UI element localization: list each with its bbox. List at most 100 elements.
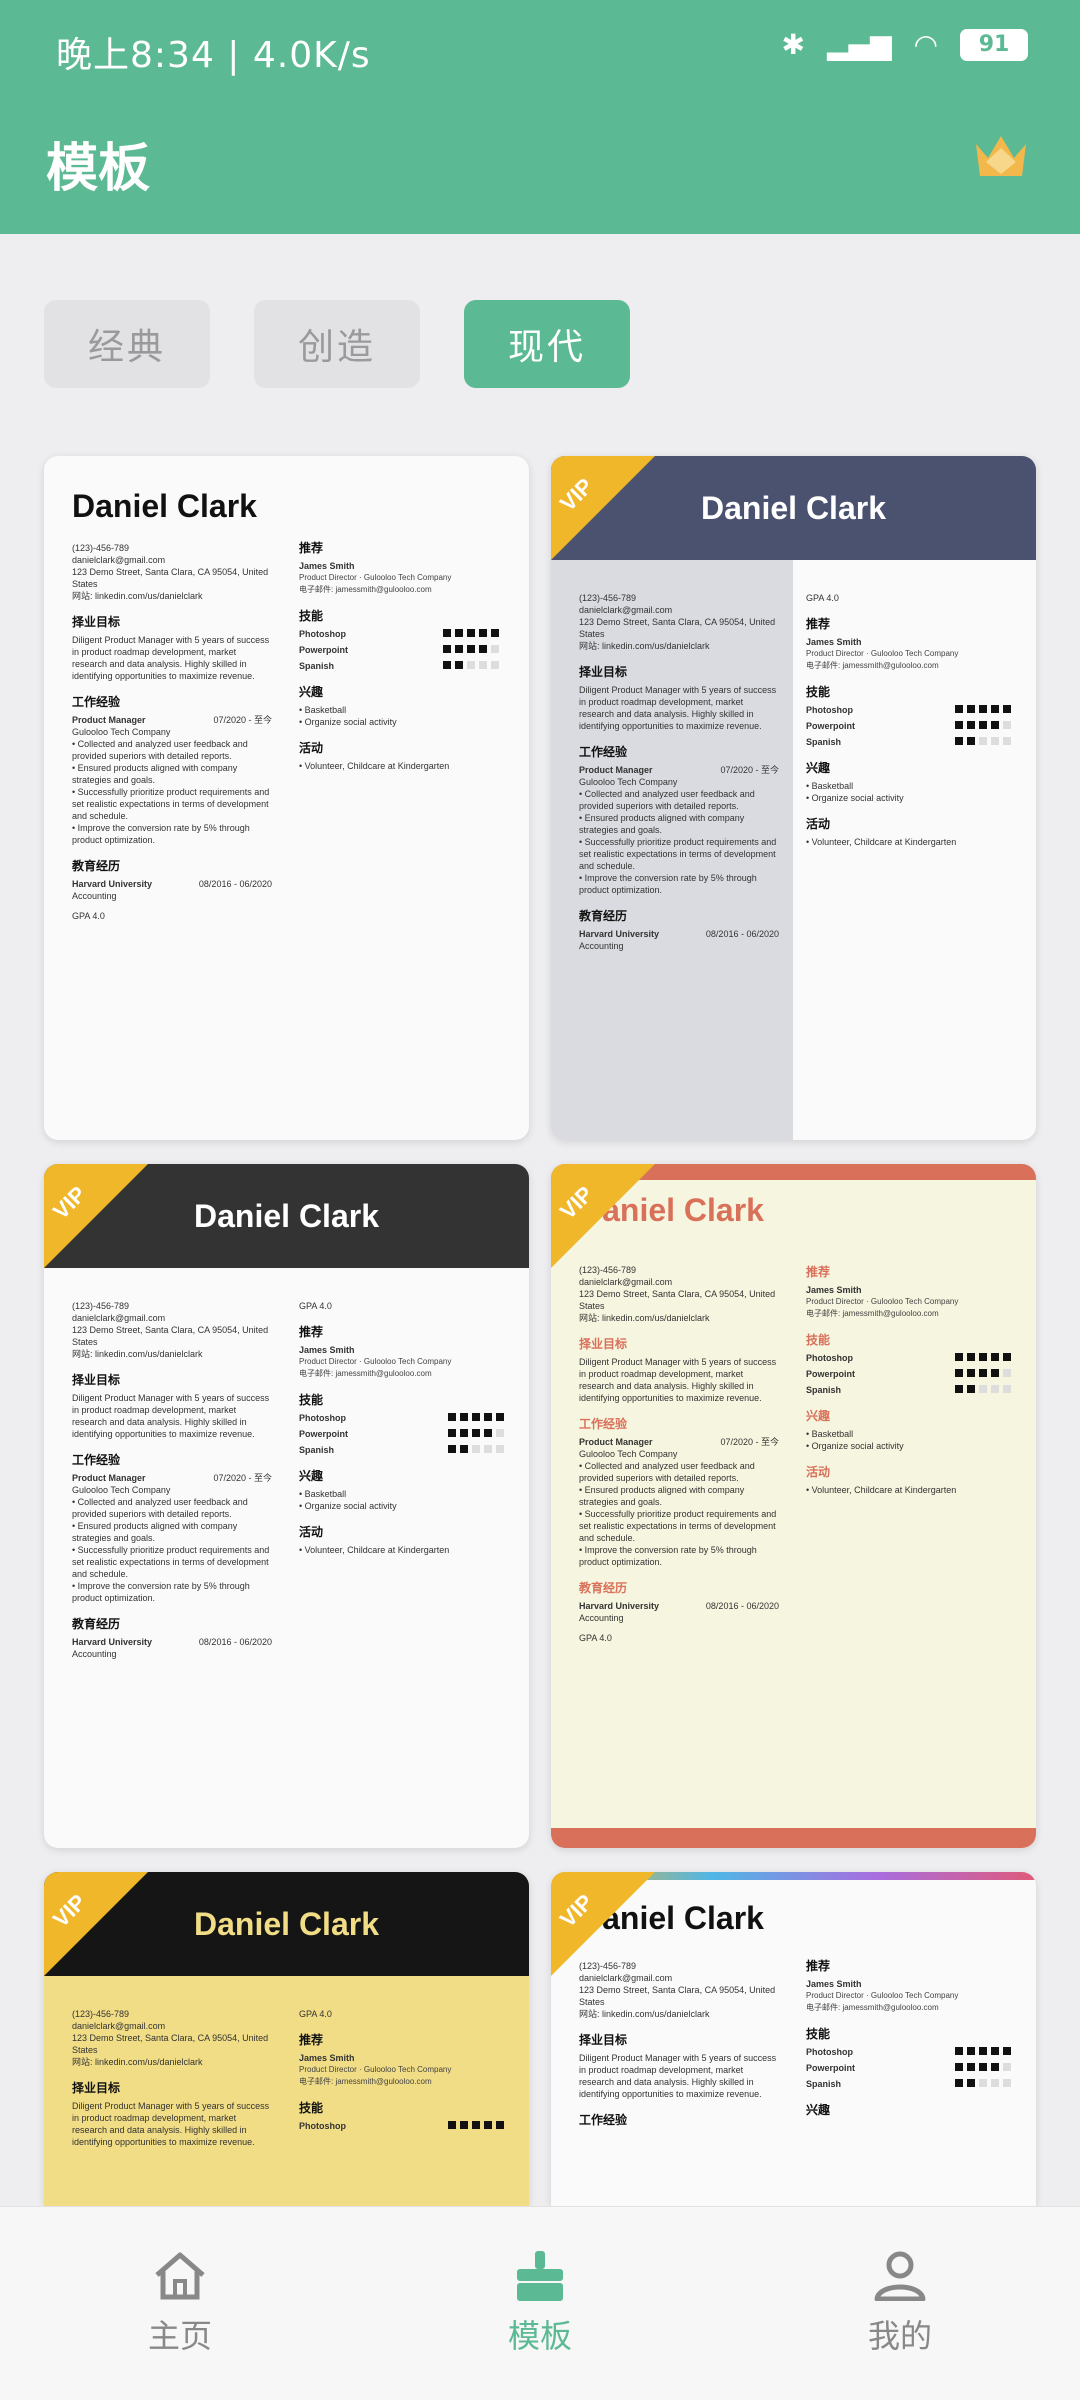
resume-phone: (123)-456-789 [72, 1301, 130, 1311]
skill-dots [951, 2078, 1011, 2090]
tab-creative[interactable]: 创造 [254, 300, 420, 388]
skill-dots [951, 2062, 1011, 2074]
interests-heading: 兴趣 [299, 685, 324, 699]
skill-dots [439, 628, 499, 640]
job-title: Product Manager [579, 765, 653, 775]
school-major: Accounting [72, 891, 117, 901]
interests-heading: 兴趣 [806, 2103, 831, 2117]
resume-website: 网站: linkedin.com/us/danielclark [72, 2057, 203, 2067]
objective-heading: 择业目标 [579, 2033, 628, 2047]
school-dates: 08/2016 - 06/2020 [705, 929, 779, 939]
tab-modern[interactable]: 现代 [464, 300, 630, 388]
job-dates: 07/2020 - 至今 [720, 765, 779, 775]
skill-name: Spanish [806, 1385, 842, 1395]
skill-row: Photoshop [299, 1412, 504, 1424]
left-column: (123)-456-789 danielclark@gmail.com 123 … [72, 2008, 272, 2148]
template-card-5[interactable]: Daniel Clark VIP (123)-456-789 danielcla… [44, 1872, 529, 2206]
education-heading: 教育经历 [579, 1581, 628, 1595]
skills-heading: 技能 [806, 2027, 831, 2041]
ref-role: Product Director · Gulooloo Tech Company [806, 649, 959, 658]
skills-heading: 技能 [299, 609, 324, 623]
gpa: GPA 4.0 [579, 1633, 612, 1643]
right-column: GPA 4.0 推荐 James Smith Product Director … [299, 1300, 504, 1556]
template-card-6[interactable]: Daniel Clark VIP (123)-456-789 danielcla… [551, 1872, 1036, 2206]
school-name: Harvard University [72, 879, 153, 889]
resume-website: 网站: linkedin.com/us/danielclark [72, 591, 203, 601]
experience-heading: 工作经验 [579, 745, 628, 759]
objective-heading: 择业目标 [72, 615, 121, 629]
resume-name: Daniel Clark [72, 488, 257, 524]
resume-address: 123 Demo Street, Santa Clara, CA 95054, … [72, 1325, 269, 1347]
template-card-3[interactable]: Daniel Clark VIP (123)-456-789 danielcla… [44, 1164, 529, 1848]
nav-home[interactable]: 主页 [0, 2207, 360, 2400]
ref-role: Product Director · Gulooloo Tech Company [299, 1357, 452, 1366]
app-bar: 模板 [0, 100, 1080, 234]
school-major: Accounting [579, 1613, 624, 1623]
job-dates: 07/2020 - 至今 [213, 715, 272, 725]
skill-dots [439, 660, 499, 672]
activity-item: • Volunteer, Childcare at Kindergarten [299, 1545, 450, 1555]
company-name: Gulooloo Tech Company [579, 777, 678, 787]
skill-row: Spanish [806, 736, 1011, 748]
bluetooth-icon: ✱ [781, 28, 805, 61]
skill-row: Photoshop [299, 628, 499, 640]
interest-item: • Basketball [806, 1429, 854, 1439]
resume-website: 网站: linkedin.com/us/danielclark [72, 1349, 203, 1359]
activities-heading: 活动 [806, 1465, 831, 1479]
skill-dots [439, 644, 499, 656]
company-name: Gulooloo Tech Company [579, 1449, 678, 1459]
resume-address: 123 Demo Street, Santa Clara, CA 95054, … [579, 617, 776, 639]
reference-heading: 推荐 [806, 1959, 831, 1973]
skill-name: Spanish [299, 661, 335, 671]
resume-phone: (123)-456-789 [579, 1961, 637, 1971]
left-column: (123)-456-789 danielclark@gmail.com 123 … [72, 542, 272, 922]
education-heading: 教育经历 [579, 909, 628, 923]
reference-heading: 推荐 [299, 2033, 324, 2047]
job-title: Product Manager [72, 1473, 146, 1483]
job-bullets: • Collected and analyzed user feedback a… [72, 739, 270, 845]
skill-dots [951, 1368, 1011, 1380]
skill-row: Powerpoint [299, 1428, 504, 1440]
activities-heading: 活动 [299, 741, 324, 755]
template-card-4[interactable]: Daniel Clark VIP (123)-456-789 danielcla… [551, 1164, 1036, 1848]
reference-heading: 推荐 [806, 617, 831, 631]
skill-dots [951, 2046, 1011, 2058]
nav-templates[interactable]: 模板 [360, 2207, 720, 2400]
resume-phone: (123)-456-789 [579, 1265, 637, 1275]
skill-dots [951, 1352, 1011, 1364]
skill-name: Powerpoint [299, 1429, 348, 1439]
activities-heading: 活动 [299, 1525, 324, 1539]
right-column: 推荐 James Smith Product Director · Gulool… [299, 542, 499, 772]
skill-dots [951, 736, 1011, 748]
template-card-2[interactable]: Daniel Clark VIP (123)-456-789 danielcla… [551, 456, 1036, 1140]
skill-dots [444, 1444, 504, 1456]
reference-heading: 推荐 [299, 1325, 324, 1339]
skill-dots [951, 704, 1011, 716]
tab-classic[interactable]: 经典 [44, 300, 210, 388]
resume-website: 网站: linkedin.com/us/danielclark [579, 641, 710, 651]
crown-icon[interactable] [972, 128, 1030, 184]
interest-item: • Organize social activity [299, 1501, 397, 1511]
job-bullets: • Collected and analyzed user feedback a… [579, 789, 777, 895]
skill-dots [444, 1412, 504, 1424]
ref-name: James Smith [299, 2053, 355, 2063]
skill-dots [444, 2120, 504, 2132]
left-column: (123)-456-789 danielclark@gmail.com 123 … [579, 592, 779, 952]
template-card-1[interactable]: Daniel Clark (123)-456-789 danielclark@g… [44, 456, 529, 1140]
job-dates: 07/2020 - 至今 [213, 1473, 272, 1483]
skills-heading: 技能 [299, 1393, 324, 1407]
skill-row: Photoshop [806, 2046, 1011, 2058]
nav-profile[interactable]: 我的 [720, 2207, 1080, 2400]
objective-text: Diligent Product Manager with 5 years of… [579, 685, 777, 731]
skill-row: Spanish [806, 2078, 1011, 2090]
interests-heading: 兴趣 [806, 1409, 831, 1423]
resume-email: danielclark@gmail.com [72, 1313, 166, 1323]
resume-address: 123 Demo Street, Santa Clara, CA 95054, … [579, 1985, 776, 2007]
ref-email: 电子邮件: jamessmith@gulooloo.com [806, 1309, 939, 1318]
objective-text: Diligent Product Manager with 5 years of… [579, 1357, 777, 1403]
reference-heading: 推荐 [299, 541, 324, 555]
skill-dots [444, 1428, 504, 1440]
skill-name: Photoshop [806, 1353, 853, 1363]
ref-role: Product Director · Gulooloo Tech Company [299, 2065, 452, 2074]
job-title: Product Manager [72, 715, 146, 725]
